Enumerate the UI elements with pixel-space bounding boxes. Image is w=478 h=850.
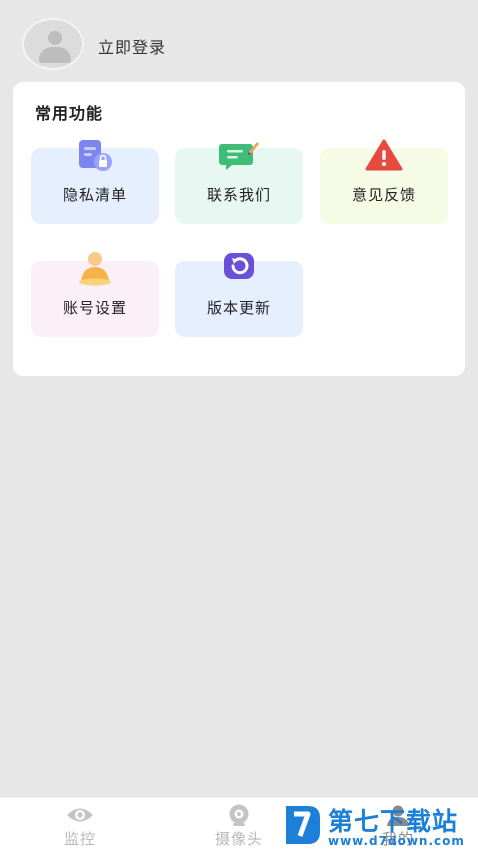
watermark-logo-icon bbox=[286, 806, 320, 844]
account-settings-button[interactable]: 账号设置 bbox=[31, 252, 159, 337]
contact-us-button[interactable]: 联系我们 bbox=[175, 142, 303, 224]
eye-icon bbox=[67, 808, 93, 822]
tile-label: 版本更新 bbox=[206, 299, 271, 317]
contact-chat-icon bbox=[219, 142, 259, 170]
account-user-icon bbox=[79, 252, 111, 286]
tile-label: 意见反馈 bbox=[351, 186, 416, 204]
tab-label: 监控 bbox=[63, 830, 96, 848]
common-functions-card: 常用功能 隐私清单 联系我们 意见反馈 账号设置 版本更新 bbox=[13, 82, 465, 376]
warning-icon bbox=[365, 139, 403, 171]
tile-label: 隐私清单 bbox=[62, 186, 127, 204]
watermark-url: www.d7down.com bbox=[328, 834, 465, 848]
privacy-list-icon bbox=[79, 140, 112, 171]
avatar-head-shape bbox=[48, 31, 62, 45]
card-title: 常用功能 bbox=[35, 104, 104, 123]
avatar[interactable] bbox=[22, 18, 84, 70]
feedback-button[interactable]: 意见反馈 bbox=[320, 139, 448, 224]
avatar-body-shape bbox=[39, 47, 71, 63]
camera-icon bbox=[229, 804, 249, 826]
version-update-button[interactable]: 版本更新 bbox=[175, 253, 303, 337]
tab-monitor[interactable]: 监控 bbox=[30, 798, 130, 850]
tab-camera[interactable]: 摄像头 bbox=[189, 798, 289, 850]
site-watermark: 第七下载站 www.d7down.com bbox=[284, 800, 478, 850]
profile-header: 立即登录 bbox=[0, 0, 478, 82]
tile-label: 账号设置 bbox=[62, 299, 127, 317]
update-refresh-icon bbox=[224, 253, 254, 279]
privacy-list-button[interactable]: 隐私清单 bbox=[31, 140, 159, 224]
tab-label: 摄像头 bbox=[214, 830, 263, 848]
watermark-title: 第七下载站 bbox=[328, 807, 459, 836]
tile-label: 联系我们 bbox=[206, 186, 271, 204]
login-link[interactable]: 立即登录 bbox=[98, 34, 166, 58]
